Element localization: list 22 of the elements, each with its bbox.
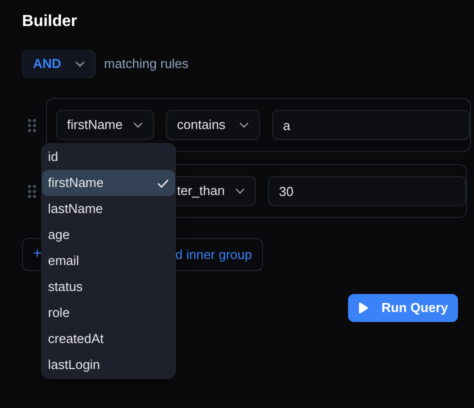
chevron-down-icon (239, 122, 249, 128)
chevron-down-icon (75, 61, 85, 67)
combinator-select[interactable]: AND (22, 50, 96, 78)
chevron-down-icon (235, 188, 245, 194)
value-field[interactable]: a (272, 110, 470, 140)
checkmark-icon (157, 178, 169, 188)
run-query-button[interactable]: Run Query (348, 294, 458, 322)
menu-option[interactable]: role (42, 300, 175, 326)
value-field[interactable]: 30 (268, 176, 466, 206)
menu-option[interactable]: createdAt (42, 326, 175, 352)
drag-handle-icon[interactable] (28, 118, 36, 132)
drag-handle-icon[interactable] (28, 184, 36, 198)
menu-option[interactable]: id (42, 144, 175, 170)
menu-option[interactable]: firstName (42, 170, 175, 196)
play-icon (358, 302, 368, 314)
field-select[interactable]: firstName (56, 110, 154, 140)
menu-option[interactable]: lastLogin (42, 352, 175, 378)
matching-rules-label: matching rules (104, 55, 189, 74)
chevron-down-icon (133, 122, 143, 128)
builder-title: Builder (22, 12, 78, 32)
operator-select[interactable]: contains (166, 110, 260, 140)
menu-option[interactable]: status (42, 274, 175, 300)
